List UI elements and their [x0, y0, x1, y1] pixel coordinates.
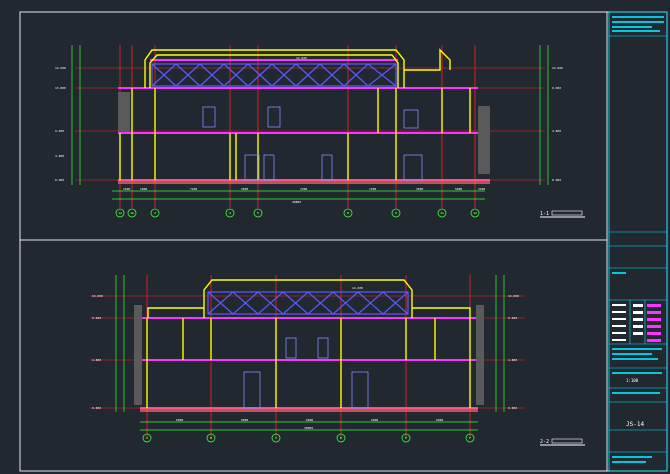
section-1-roof-truss — [151, 63, 397, 87]
section-1-grid-bubbles — [115, 208, 480, 218]
grid-label: E — [405, 436, 407, 440]
dimension-value: 1500 — [123, 187, 130, 191]
drawing-scale: 1:100 — [626, 378, 639, 383]
section-1-structure — [119, 48, 471, 180]
section-2-openings — [243, 337, 369, 409]
level-mark: 0.000 — [55, 178, 64, 182]
grid-label: 8 — [347, 211, 349, 215]
cad-drawing-canvas[interactable]: 1a 1b 2 4 5 8 9 11 12 1500 1800 7200 360… — [0, 0, 670, 474]
dimension-value: 7200 — [300, 187, 307, 191]
dimension-value: 6000 — [176, 418, 183, 422]
level-mark: 9.600 — [552, 86, 561, 90]
section-1-grid-labels: 1a 1b 2 4 5 8 9 11 12 — [118, 211, 477, 215]
section-2-title: 2-2 — [540, 438, 585, 446]
level-mark: 4.800 — [92, 358, 101, 362]
grid-label: 1b — [130, 211, 134, 215]
level-mark: 9.600 — [55, 129, 64, 133]
dimension-value: 7200 — [190, 187, 197, 191]
dimension-value: 6000 — [436, 418, 443, 422]
grid-label: 2 — [154, 211, 156, 215]
section-2-floors — [140, 317, 478, 409]
level-mark: 0.000 — [552, 178, 561, 182]
grid-label: A — [146, 436, 148, 440]
grid-label: 4 — [229, 211, 231, 215]
dimension-value: 7200 — [369, 187, 376, 191]
section-2-grid-labels: A B C D E F — [146, 436, 471, 440]
roof-elevation: 14.600 — [352, 286, 363, 290]
level-mark: 4.800 — [55, 154, 64, 158]
title-block: 1:100 JS-14 — [608, 11, 668, 472]
section-1-title: 1-1 — [540, 210, 585, 218]
level-mark: 0.000 — [92, 406, 101, 410]
grid-label: 5 — [257, 211, 259, 215]
dimension-value: 3600 — [241, 187, 248, 191]
grid-label: C — [275, 436, 277, 440]
dimension-value: 6000 — [306, 418, 313, 422]
level-mark: 14.600 — [92, 294, 103, 298]
section-1-title-text: 1-1 — [540, 211, 549, 217]
level-mark: 13.800 — [55, 86, 66, 90]
level-mark: 0.000 — [508, 406, 517, 410]
section-2-drawing: A B C D E F 6000 6000 6000 6000 6000 300… — [90, 275, 585, 446]
grid-label: 1a — [118, 211, 122, 215]
level-mark: 4.800 — [508, 358, 517, 362]
overall-dimension: 40800 — [292, 200, 301, 204]
dimension-value: 1800 — [140, 187, 147, 191]
section-2-gridlines — [146, 275, 471, 438]
dimension-value: 2400 — [478, 187, 485, 191]
level-mark: 4.800 — [552, 129, 561, 133]
section-2-title-text: 2-2 — [540, 439, 549, 445]
grid-label: 12 — [473, 211, 477, 215]
level-mark: 9.600 — [92, 316, 101, 320]
sheet-number: JS-14 — [626, 421, 644, 428]
grid-label: F — [469, 436, 471, 440]
level-mark: 14.600 — [55, 66, 66, 70]
grid-label: 11 — [440, 211, 444, 215]
grid-label: D — [340, 436, 342, 440]
dimension-value: 6000 — [371, 418, 378, 422]
dimension-value: 5800 — [455, 187, 462, 191]
grid-label: 9 — [395, 211, 397, 215]
section-2-roof-truss — [207, 291, 409, 315]
roof-elevation: 14.600 — [296, 56, 307, 60]
section-2-structure — [146, 279, 471, 408]
level-mark: 14.600 — [552, 66, 563, 70]
section-2-grid-bubbles — [142, 433, 475, 443]
level-mark: 14.600 — [508, 294, 519, 298]
section-2-dimensions — [115, 275, 505, 431]
grid-label: B — [210, 436, 212, 440]
sheet-frame — [19, 11, 668, 472]
overall-dimension: 30000 — [304, 426, 313, 430]
section-1-drawing: 1a 1b 2 4 5 8 9 11 12 1500 1800 7200 360… — [55, 45, 585, 218]
level-mark: 9.600 — [508, 316, 517, 320]
dimension-value: 6000 — [241, 418, 248, 422]
dimension-value: 3600 — [416, 187, 423, 191]
